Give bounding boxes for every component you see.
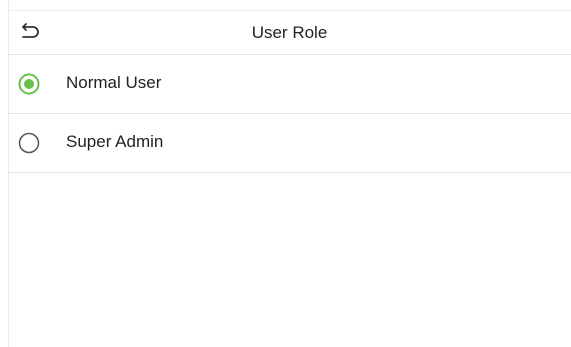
- option-normal-user[interactable]: Normal User: [8, 55, 571, 114]
- option-label: Normal User: [66, 73, 162, 92]
- option-super-admin[interactable]: Super Admin: [8, 114, 571, 173]
- radio-unselected-icon[interactable]: [18, 132, 40, 154]
- option-label: Super Admin: [66, 132, 164, 151]
- user-role-screen: User Role Normal User Super Admin: [0, 0, 571, 347]
- header-bar: User Role: [8, 10, 571, 55]
- page-title: User Role: [251, 23, 328, 42]
- radio-selected-icon[interactable]: [18, 73, 40, 95]
